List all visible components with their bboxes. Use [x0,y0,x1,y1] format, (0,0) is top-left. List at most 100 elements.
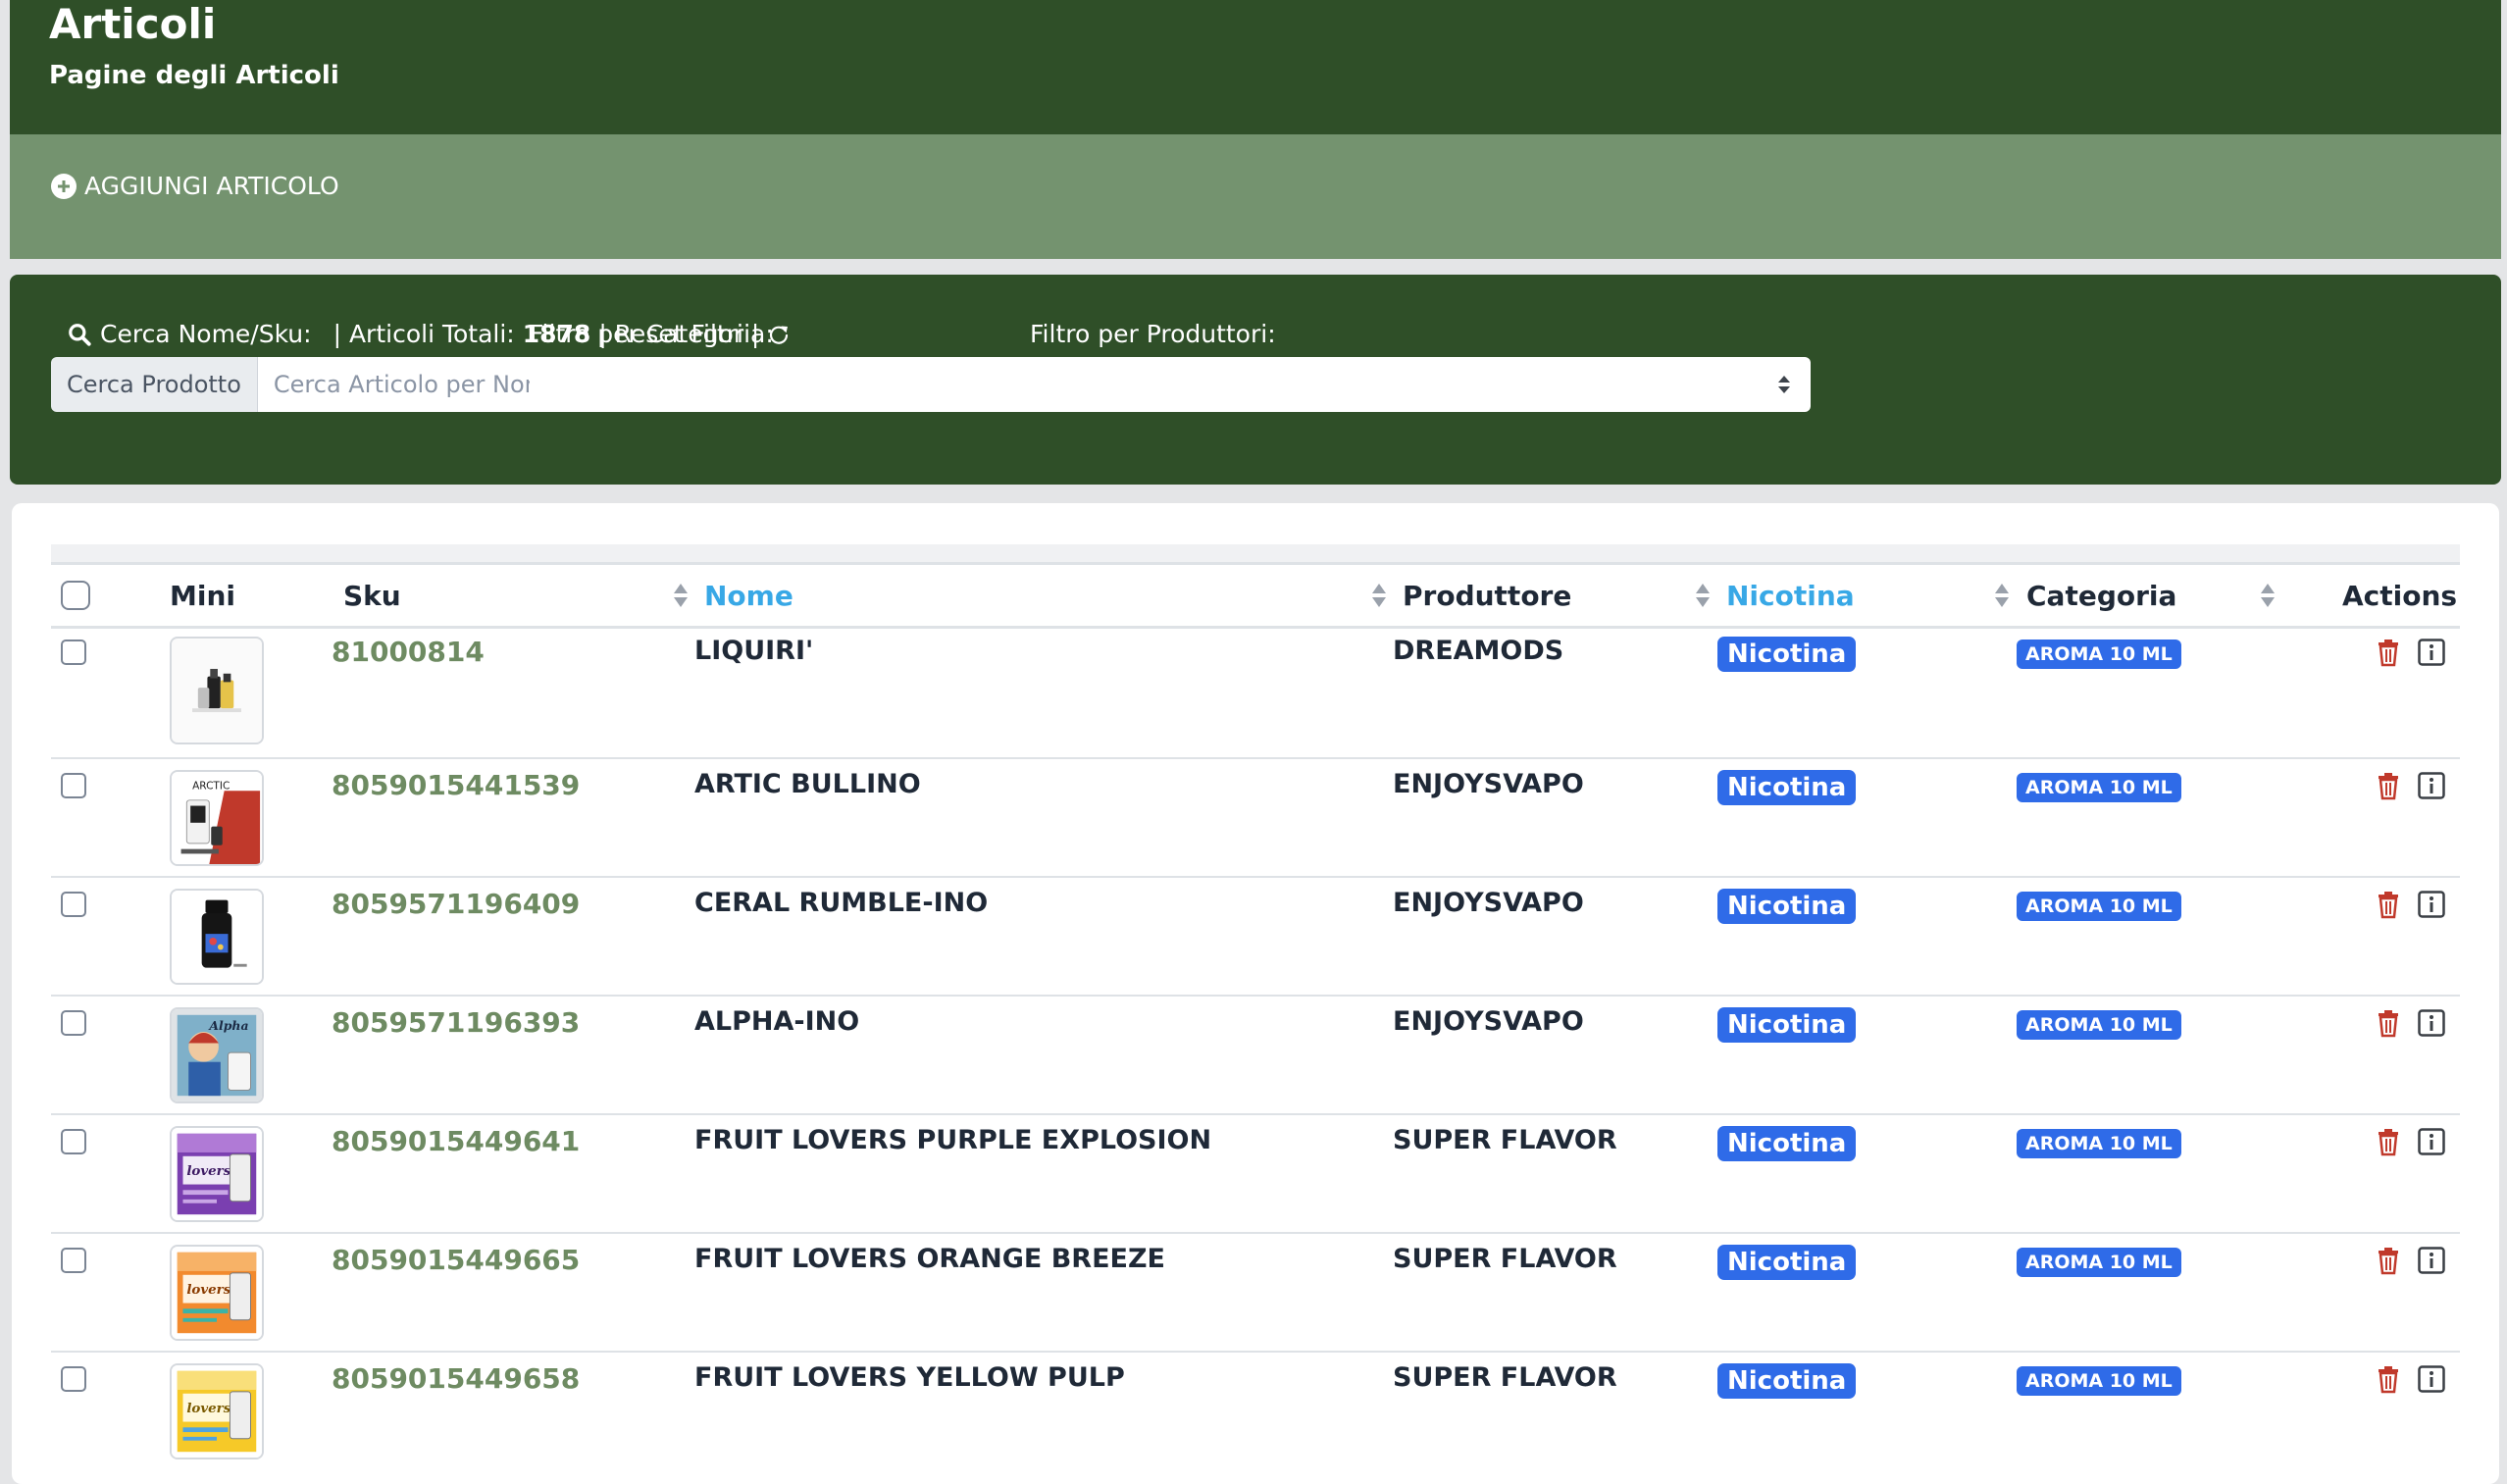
row-sku[interactable]: 8059015449665 [332,1244,580,1276]
search-addon: Cerca Prodotto [51,357,258,412]
row-producer: SUPER FLAVOR [1393,1362,1617,1393]
trash-icon[interactable] [2376,771,2401,800]
producer-filter-label: Filtro per Produttori: [1030,320,1276,348]
trash-icon[interactable] [2376,638,2401,667]
table-row: 8059571196409 CERAL RUMBLE-INO ENJOYSVAP… [51,878,2460,997]
trash-icon[interactable] [2376,1127,2401,1156]
table-row: 81000814 LIQUIRI' DREAMODS Nicotina AROM… [51,626,2460,759]
table-row: lovers 8059015449665 FRUIT LOVERS ORANGE… [51,1234,2460,1353]
product-thumbnail: lovers [170,1363,264,1459]
row-name: LIQUIRI' [694,636,814,666]
row-checkbox[interactable] [61,1010,86,1036]
nicotine-badge: Nicotina [1717,770,1857,805]
row-producer: ENJOYSVAPO [1393,888,1584,918]
category-badge: AROMA 10 ML [2017,640,2181,669]
category-badge: AROMA 10 ML [2017,1248,2181,1277]
plus-circle-icon [51,173,77,199]
svg-text:lovers: lovers [186,1282,230,1298]
action-bar: AGGIUNGI ARTICOLO [10,134,2501,259]
row-sku[interactable]: 8059571196393 [332,1006,580,1039]
articles-table: Mini Sku Nome Produttore Nicotina Catego… [12,503,2499,1484]
trash-icon[interactable] [2376,890,2401,919]
table-row: ARCTIC 8059015441539 ARTIC BULLINO ENJOY… [51,759,2460,878]
product-thumbnail [170,637,264,744]
info-icon[interactable] [2418,1009,2445,1037]
nicotine-badge: Nicotina [1717,1363,1857,1399]
row-sku[interactable]: 8059015449658 [332,1362,580,1395]
table-row: lovers 8059015449658 FRUIT LOVERS YELLOW… [51,1353,2460,1484]
table-top-band [51,544,2460,562]
col-producer[interactable]: Produttore [1403,565,1571,626]
search-label: Cerca Nome/Sku: [100,320,312,348]
table-row: lovers 8059015449641 FRUIT LOVERS PURPLE… [51,1115,2460,1234]
info-icon[interactable] [2418,772,2445,799]
product-thumbnail: lovers [170,1245,264,1341]
col-name[interactable]: Nome [704,565,793,626]
row-name: CERAL RUMBLE-INO [694,888,989,918]
row-sku[interactable]: 81000814 [332,636,485,668]
category-badge: AROMA 10 ML [2017,892,2181,921]
row-checkbox[interactable] [61,1248,86,1273]
row-name: FRUIT LOVERS PURPLE EXPLOSION [694,1125,1212,1155]
sort-icon[interactable] [1993,581,2011,610]
category-filter-label: Filtro per Categoria: [530,320,774,348]
trash-icon[interactable] [2376,1008,2401,1038]
svg-text:lovers: lovers [186,1163,230,1179]
product-thumbnail: ARCTIC [170,770,264,866]
filters-panel: Cerca Nome/Sku: | Articoli Totali: 1878 … [10,275,2501,485]
sort-icon[interactable] [1694,581,1712,610]
row-name: FRUIT LOVERS ORANGE BREEZE [694,1244,1165,1274]
product-thumbnail: lovers [170,1126,264,1222]
row-sku[interactable]: 8059015441539 [332,769,580,801]
category-badge: AROMA 10 ML [2017,773,2181,802]
nicotine-badge: Nicotina [1717,1245,1857,1280]
select-all-cell [61,565,90,626]
nicotine-badge: Nicotina [1717,1007,1857,1043]
row-producer: SUPER FLAVOR [1393,1244,1617,1274]
trash-icon[interactable] [2376,1364,2401,1394]
page-subtitle: Pagine degli Articoli [49,61,339,90]
select-all-checkbox[interactable] [61,581,90,610]
row-producer: ENJOYSVAPO [1393,1006,1584,1037]
row-name: FRUIT LOVERS YELLOW PULP [694,1362,1125,1393]
row-producer: DREAMODS [1393,636,1564,666]
row-checkbox[interactable] [61,1366,86,1392]
nicotine-badge: Nicotina [1717,1126,1857,1161]
info-icon[interactable] [2418,1365,2445,1393]
info-icon[interactable] [2418,639,2445,666]
info-icon[interactable] [2418,891,2445,918]
add-article-label: AGGIUNGI ARTICOLO [84,172,339,200]
info-icon[interactable] [2418,1128,2445,1155]
row-checkbox[interactable] [61,773,86,798]
sort-icon[interactable] [1370,581,1388,610]
sort-icon[interactable] [672,581,690,610]
table-row: Alpha 8059571196393 ALPHA-INO ENJOYSVAPO… [51,997,2460,1115]
nicotine-badge: Nicotina [1717,637,1857,672]
col-sku[interactable]: Sku [343,565,401,626]
col-category[interactable]: Categoria [2026,565,2176,626]
svg-text:lovers: lovers [186,1401,230,1416]
page-title: Articoli [49,0,217,48]
row-producer: SUPER FLAVOR [1393,1125,1617,1155]
svg-text:Alpha: Alpha [208,1018,248,1033]
trash-icon[interactable] [2376,1246,2401,1275]
product-thumbnail: Alpha [170,1007,264,1103]
info-icon[interactable] [2418,1247,2445,1274]
category-badge: AROMA 10 ML [2017,1129,2181,1158]
row-checkbox[interactable] [61,1129,86,1154]
svg-text:ARCTIC: ARCTIC [192,780,230,792]
row-producer: ENJOYSVAPO [1393,769,1584,799]
add-article-button[interactable]: AGGIUNGI ARTICOLO [51,172,339,200]
col-mini: Mini [170,579,235,612]
col-nicotine[interactable]: Nicotina [1726,565,1855,626]
category-badge: AROMA 10 ML [2017,1010,2181,1040]
row-sku[interactable]: 8059015449641 [332,1125,580,1157]
row-sku[interactable]: 8059571196409 [332,888,580,920]
sort-icon[interactable] [2259,581,2277,610]
row-name: ARTIC BULLINO [694,769,921,799]
row-checkbox[interactable] [61,640,86,665]
totals-label: | Articoli Totali: [333,320,515,348]
producer-select[interactable] [1030,357,1811,412]
row-checkbox[interactable] [61,892,86,917]
nicotine-badge: Nicotina [1717,889,1857,924]
